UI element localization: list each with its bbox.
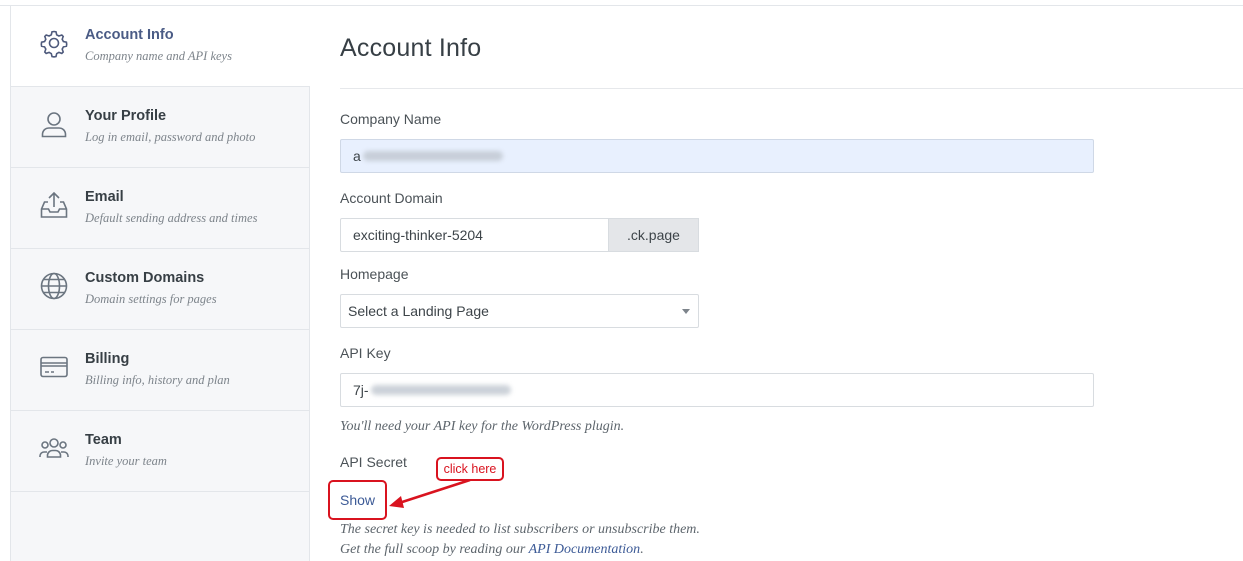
- annotation-arrow: [389, 478, 471, 508]
- annotation-label: click here: [436, 457, 504, 481]
